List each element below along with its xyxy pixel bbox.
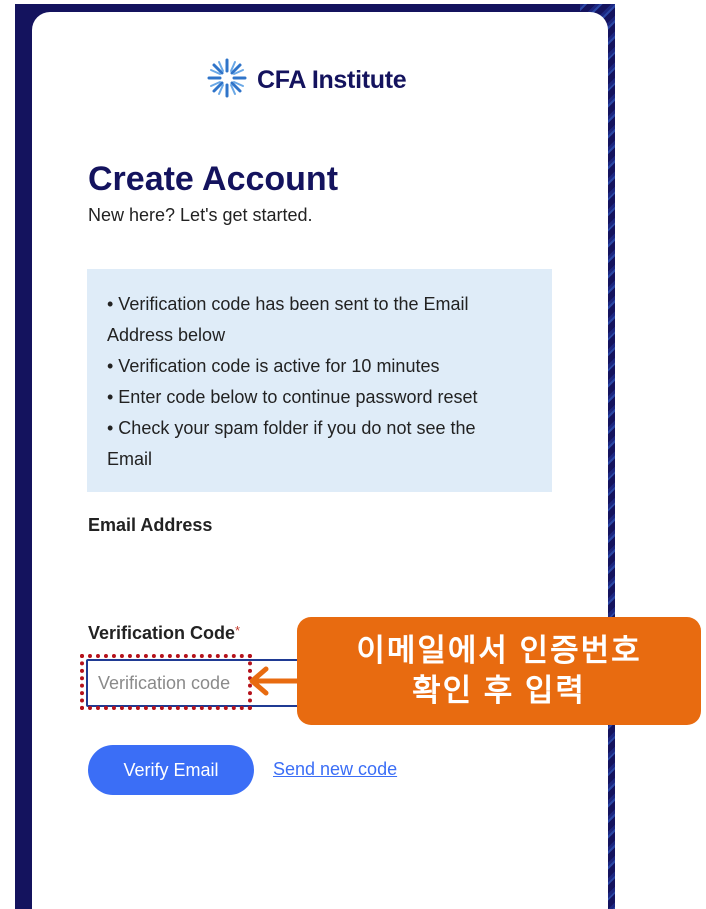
email-label: Email Address: [88, 515, 213, 535]
annotation-callout: 이메일에서 인증번호 확인 후 입력: [297, 617, 701, 725]
page-title: Create Account: [88, 160, 339, 198]
info-line: Address below: [107, 325, 226, 345]
verification-code-label: Verification Code*: [88, 623, 240, 644]
required-mark: *: [235, 623, 241, 638]
info-line: • Verification code has been sent to the…: [107, 294, 469, 314]
info-line: • Verification code is active for 10 min…: [107, 356, 440, 376]
callout-line-1: 이메일에서 인증번호: [356, 633, 642, 668]
info-line: Email: [107, 449, 153, 469]
send-new-code-link[interactable]: Send new code: [273, 759, 397, 780]
cfa-logo: CFA Institute: [205, 55, 407, 105]
callout-arrow-icon: [249, 666, 302, 696]
page-subtitle: New here? Let's get started.: [88, 205, 313, 225]
callout-line-2: 확인 후 입력: [412, 673, 586, 708]
logo-text: CFA Institute: [257, 65, 407, 94]
info-line: • Check your spam folder if you do not s…: [107, 418, 476, 438]
verify-email-button[interactable]: Verify Email: [88, 745, 254, 795]
info-box: • Verification code has been sent to the…: [87, 269, 552, 492]
cfa-starburst-icon: [205, 56, 249, 105]
verification-code-label-text: Verification Code: [88, 623, 236, 643]
info-line: • Enter code below to continue password …: [107, 387, 478, 407]
